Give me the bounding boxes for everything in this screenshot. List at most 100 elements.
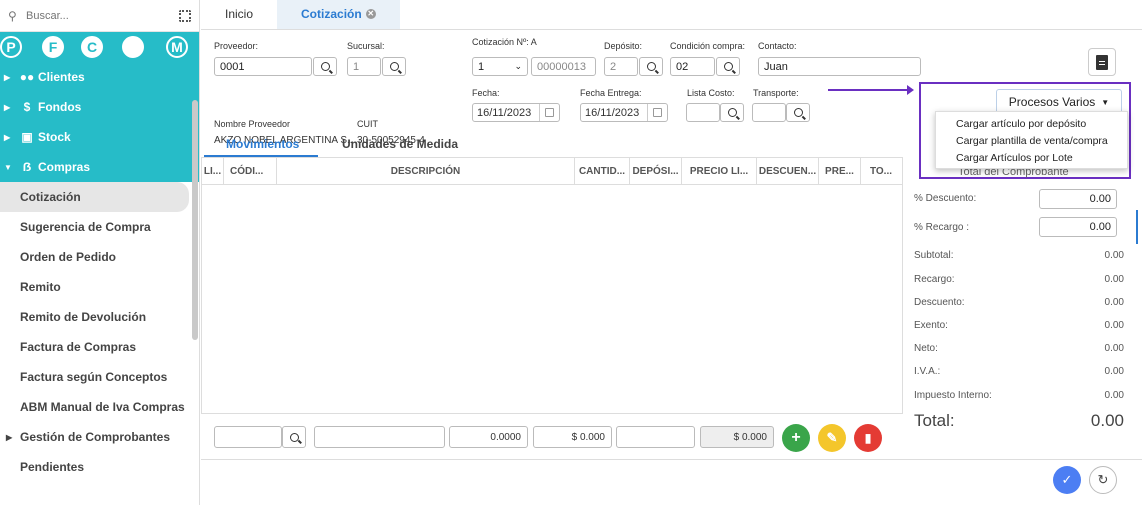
cotizacion-letter-select[interactable]: 1 ⌄ bbox=[472, 57, 528, 76]
column-precio-lista[interactable]: PRECIO LI... bbox=[682, 158, 757, 184]
transporte-input[interactable] bbox=[752, 103, 786, 122]
recargo-pct-value: 0.00 bbox=[1089, 221, 1111, 233]
dollar-icon: $ bbox=[23, 100, 31, 114]
sidebar-item-sugerencia[interactable]: Sugerencia de Compra bbox=[0, 212, 199, 242]
tab-label: Cotización bbox=[301, 7, 362, 21]
new-line-quantity-input[interactable]: 0.0000 bbox=[449, 426, 528, 448]
sidebar-item-stock[interactable]: ▶ ▣ Stock bbox=[0, 122, 199, 152]
tab-inicio[interactable]: Inicio bbox=[201, 0, 277, 29]
search-icon: ⚲ bbox=[8, 8, 17, 23]
proveedor-search-button[interactable] bbox=[313, 57, 337, 76]
new-line-code-input[interactable] bbox=[214, 426, 282, 448]
sidebar-item-factura-compras[interactable]: Factura de Compras bbox=[0, 332, 199, 362]
sucursal-value: 1 bbox=[353, 60, 360, 73]
close-icon[interactable]: ✕ bbox=[365, 9, 376, 19]
shortcut-f[interactable]: F bbox=[42, 36, 64, 58]
menu-item-cargar-lote[interactable]: Cargar Artículos por Lote bbox=[936, 149, 1127, 166]
column-deposito[interactable]: DEPÓSI... bbox=[630, 158, 682, 184]
shortcut-circles: P F C M bbox=[0, 32, 199, 62]
recargo-pct-input[interactable]: 0.00 bbox=[1039, 217, 1117, 237]
descuento-pct-input[interactable]: 0.00 bbox=[1039, 189, 1117, 209]
expand-icon[interactable] bbox=[179, 9, 191, 22]
caret-right-icon: ▶ bbox=[4, 72, 11, 82]
new-line-description-input[interactable] bbox=[314, 426, 445, 448]
sidebar-item-pendientes[interactable]: Pendientes bbox=[0, 452, 199, 482]
column-descripcion[interactable]: DESCRIPCIÓN bbox=[277, 158, 575, 184]
shortcut-blank[interactable] bbox=[122, 36, 144, 58]
condicion-label: Condición compra: bbox=[670, 41, 746, 51]
new-line-price-input[interactable]: $ 0.000 bbox=[533, 426, 612, 448]
column-linea[interactable]: LI... bbox=[202, 158, 224, 184]
fecha-value: 16/11/2023 bbox=[477, 106, 532, 119]
proveedor-value: 0001 bbox=[220, 60, 245, 73]
deposito-input[interactable]: 2 bbox=[604, 57, 638, 76]
sidebar-item-remito-devolucion[interactable]: Remito de Devolución bbox=[0, 302, 199, 332]
menu-item-cargar-plantilla[interactable]: Cargar plantilla de venta/compra bbox=[936, 132, 1127, 149]
footer-divider bbox=[201, 459, 1142, 460]
new-line-total-value: $ 0.000 bbox=[733, 431, 767, 443]
sidebar-item-compras[interactable]: ▼ ẞ Compras bbox=[0, 152, 199, 182]
users-icon: ●● bbox=[19, 70, 35, 84]
proveedor-input[interactable]: 0001 bbox=[214, 57, 312, 76]
fecha-input[interactable]: 16/11/2023 bbox=[472, 103, 560, 122]
add-line-button[interactable]: + bbox=[782, 424, 810, 452]
sidebar-item-abm-iva[interactable]: ABM Manual de Iva Compras bbox=[0, 392, 199, 422]
caret-right-icon: ▶ bbox=[6, 432, 13, 442]
sidebar-item-fondos[interactable]: ▶ $ Fondos bbox=[0, 92, 199, 122]
cart-icon: ẞ bbox=[22, 160, 32, 174]
fecha-entrega-value: 16/11/2023 bbox=[585, 106, 640, 119]
column-total[interactable]: TO... bbox=[861, 158, 901, 184]
column-codigo[interactable]: CÓDI... bbox=[224, 158, 277, 184]
column-precio[interactable]: PRE... bbox=[819, 158, 861, 184]
contacto-value: Juan bbox=[764, 60, 788, 73]
new-line-search-button[interactable] bbox=[282, 426, 306, 448]
search-icon bbox=[289, 432, 299, 442]
sidebar-item-remito[interactable]: Remito bbox=[0, 272, 199, 302]
new-line-discount-input[interactable] bbox=[616, 426, 695, 448]
shortcut-m[interactable]: M bbox=[166, 36, 188, 58]
tab-unidades-medida[interactable]: Unidades de Medida bbox=[342, 137, 458, 151]
calendar-button[interactable] bbox=[647, 104, 667, 121]
transporte-search-button[interactable] bbox=[786, 103, 810, 122]
refresh-button[interactable]: ↻ bbox=[1089, 466, 1117, 494]
tab-movimientos[interactable]: Movimientos bbox=[226, 137, 299, 151]
sidebar-item-label: Stock bbox=[38, 130, 71, 144]
shortcut-c[interactable]: C bbox=[81, 36, 103, 58]
sidebar-item-orden-pedido[interactable]: Orden de Pedido bbox=[0, 242, 199, 272]
sidebar-scrollbar[interactable] bbox=[192, 100, 198, 340]
descuento-label: Descuento: bbox=[914, 297, 965, 308]
lista-costo-input[interactable] bbox=[686, 103, 720, 122]
menu-item-cargar-deposito[interactable]: Cargar artículo por depósito bbox=[936, 115, 1127, 132]
fecha-entrega-input[interactable]: 16/11/2023 bbox=[580, 103, 668, 122]
proveedor-label: Proveedor: bbox=[214, 41, 259, 51]
delete-line-button[interactable]: ▮ bbox=[854, 424, 882, 452]
movements-grid: LI... CÓDI... DESCRIPCIÓN CANTID... DEPÓ… bbox=[201, 157, 903, 414]
column-descuento[interactable]: DESCUEN... bbox=[757, 158, 819, 184]
tab-cotizacion[interactable]: Cotización ✕ bbox=[277, 0, 400, 29]
contacto-input[interactable]: Juan bbox=[758, 57, 921, 76]
lista-costo-search-button[interactable] bbox=[720, 103, 744, 122]
confirm-button[interactable]: ✓ bbox=[1053, 466, 1081, 494]
sidebar-search: ⚲ bbox=[0, 0, 199, 32]
sucursal-input[interactable]: 1 bbox=[347, 57, 381, 76]
calendar-button[interactable] bbox=[539, 104, 559, 121]
plus-icon: + bbox=[791, 429, 801, 446]
condicion-search-button[interactable] bbox=[716, 57, 740, 76]
sucursal-search-button[interactable] bbox=[382, 57, 406, 76]
sidebar-item-gestion[interactable]: ▶ Gestión de Comprobantes bbox=[0, 422, 199, 452]
deposito-search-button[interactable] bbox=[639, 57, 663, 76]
sidebar-search-input[interactable] bbox=[26, 9, 179, 22]
condicion-input[interactable]: 02 bbox=[670, 57, 715, 76]
sidebar-item-factura-conceptos[interactable]: Factura según Conceptos bbox=[0, 362, 199, 392]
column-cantidad[interactable]: CANTID... bbox=[575, 158, 630, 184]
shortcut-p[interactable]: P bbox=[0, 36, 22, 58]
neto-value: 0.00 bbox=[1104, 343, 1124, 354]
sidebar-item-cotizacion[interactable]: Cotización bbox=[0, 182, 189, 212]
sidebar: ⚲ P F C M ▶ ●● Clientes ▶ $ Fondos ▶ ▣ S… bbox=[0, 0, 200, 505]
contacto-label: Contacto: bbox=[758, 41, 797, 51]
edit-line-button[interactable]: ✎ bbox=[818, 424, 846, 452]
new-line-total-field: $ 0.000 bbox=[700, 426, 774, 448]
sidebar-item-clientes[interactable]: ▶ ●● Clientes bbox=[0, 62, 199, 92]
document-button[interactable] bbox=[1088, 48, 1116, 76]
refresh-icon: ↻ bbox=[1097, 472, 1109, 487]
